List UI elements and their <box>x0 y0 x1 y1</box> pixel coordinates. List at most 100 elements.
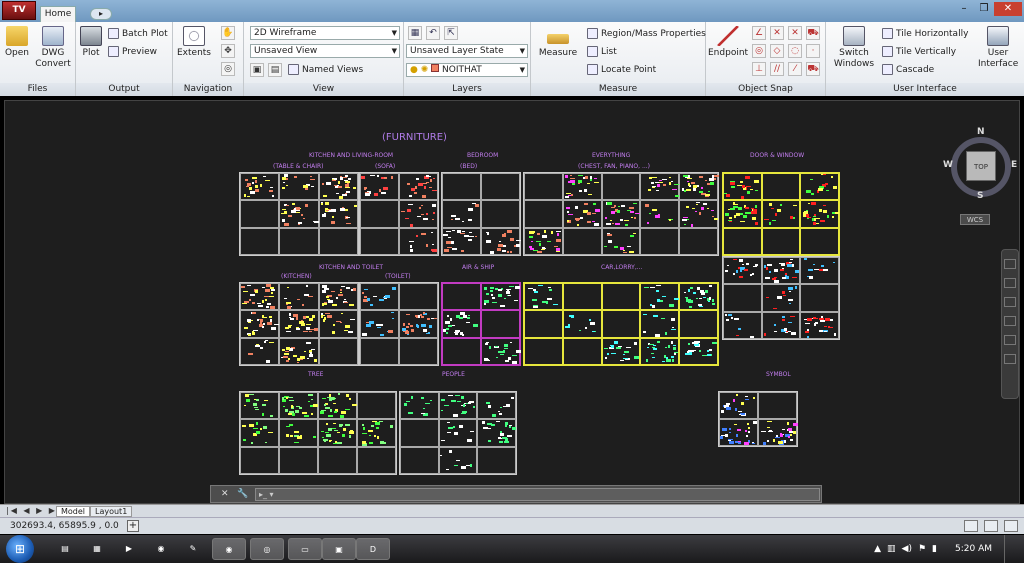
user-interface-button[interactable]: User Interface <box>978 26 1018 70</box>
battery-icon[interactable]: ▮ <box>932 544 937 554</box>
pan-icon[interactable] <box>1004 278 1016 288</box>
toolbar-lock-icon[interactable] <box>984 520 998 532</box>
taskbar-document-icon[interactable]: ▦ <box>80 538 114 560</box>
snap-apparent-icon[interactable]: ✕ <box>788 26 802 40</box>
compass-south[interactable]: S <box>977 191 983 201</box>
layer-previous-icon[interactable]: ↶ <box>426 26 440 40</box>
close-icon[interactable]: ✕ <box>221 489 229 499</box>
saved-view-dropdown[interactable]: Unsaved View ▼ <box>250 44 400 58</box>
wrench-icon[interactable]: 🔧 <box>237 489 248 499</box>
visual-style-dropdown[interactable]: 2D Wireframe ▼ <box>250 26 400 40</box>
snap-perpendicular-icon[interactable]: ⊥ <box>752 62 766 76</box>
current-layer-dropdown[interactable]: ● ✺ NOITHAT ▼ <box>406 63 528 77</box>
layout-tab-navigation[interactable]: |◀ ◀ ▶ ▶| <box>6 506 62 515</box>
taskbar-media-player-icon[interactable]: ▶ <box>112 538 146 560</box>
taskbar-window-icon[interactable]: ▭ <box>288 538 322 560</box>
snap-midpoint-icon[interactable]: ∠ <box>752 26 766 40</box>
sheet-cell <box>399 283 438 311</box>
tab-layout1[interactable]: Layout1 <box>90 506 133 517</box>
showmotion-icon[interactable] <box>1004 335 1016 345</box>
block-glyph <box>751 273 754 276</box>
list-button[interactable]: List <box>587 46 617 57</box>
block-glyph <box>290 434 294 437</box>
compass-west[interactable]: W <box>943 160 953 170</box>
minimize-button[interactable]: – <box>954 2 974 16</box>
snap-node-icon[interactable]: · <box>806 44 820 58</box>
tile-horizontally-button[interactable]: Tile Horizontally <box>882 28 968 39</box>
block-glyph <box>302 184 308 188</box>
flag-icon[interactable]: ⚑ <box>918 544 926 554</box>
pan-icon[interactable]: ✋ <box>221 26 235 40</box>
block-glyph <box>443 404 449 406</box>
dwg-convert-button[interactable]: DWG Convert <box>34 26 72 70</box>
show-hidden-icons[interactable]: ▲ <box>874 544 881 554</box>
volume-icon[interactable]: ◀) <box>902 544 912 554</box>
locate-point-button[interactable]: Locate Point <box>587 64 656 75</box>
tab-home[interactable]: Home <box>40 6 76 22</box>
taskbar-chrome-active-icon[interactable]: ◉ <box>212 538 246 560</box>
network-icon[interactable]: ▥ <box>887 544 896 554</box>
preview-button[interactable]: Preview <box>108 46 157 57</box>
viewport-config-icon[interactable]: ▤ <box>268 63 282 77</box>
taskbar-explorer-icon[interactable]: ▤ <box>48 538 82 560</box>
open-button[interactable]: Open <box>4 26 30 59</box>
clean-screen-icon[interactable] <box>1004 520 1018 532</box>
navbar-menu-icon[interactable] <box>1004 354 1016 364</box>
extents-button[interactable]: Extents <box>177 26 211 59</box>
command-input[interactable]: ▸_ ▾ <box>255 488 820 501</box>
snap-intersection-icon[interactable]: ✕ <box>770 26 784 40</box>
start-button[interactable]: ⊞ <box>6 535 34 563</box>
orbit-icon[interactable] <box>1004 316 1016 326</box>
layer-state-dropdown[interactable]: Unsaved Layer State ▼ <box>406 44 528 58</box>
endpoint-button[interactable]: Endpoint <box>708 26 748 59</box>
switch-windows-button[interactable]: Switch Windows <box>832 26 876 70</box>
tile-vertically-button[interactable]: Tile Vertically <box>882 46 956 57</box>
snap-parallel-icon[interactable]: ∕∕ <box>770 62 784 76</box>
orbit-icon[interactable]: ✥ <box>221 44 235 58</box>
wcs-menu[interactable]: WCS <box>960 214 990 225</box>
measure-button[interactable]: Measure <box>537 26 579 59</box>
block-glyph <box>286 305 291 309</box>
clock[interactable]: 5:20 AM <box>955 544 992 554</box>
workspace-switch-icon[interactable] <box>964 520 978 532</box>
region-mass-button[interactable]: Region/Mass Properties <box>587 28 706 39</box>
navigation-bar[interactable] <box>1001 249 1019 399</box>
block-glyph <box>806 317 812 321</box>
snap-extension-icon[interactable]: ⁄ <box>788 62 802 76</box>
named-views-button[interactable]: Named Views <box>288 64 363 75</box>
taskbar-folder-icon[interactable]: ▣ <box>322 538 356 560</box>
drawing-canvas[interactable]: (FURNITURE) KITCHEN AND LIVING-ROOM (TAB… <box>4 100 1020 504</box>
batch-plot-button[interactable]: Batch Plot <box>108 28 168 39</box>
snap-mode-button[interactable]: + <box>127 520 139 532</box>
compass-north[interactable]: N <box>977 127 985 137</box>
viewcube-top-face[interactable]: TOP <box>966 151 996 181</box>
show-desktop-button[interactable] <box>1004 535 1014 563</box>
viewport-icon[interactable]: ▣ <box>250 63 264 77</box>
snap-mode-icon[interactable]: ⛟ <box>806 26 820 40</box>
steering-wheel-icon[interactable]: ◎ <box>221 62 235 76</box>
taskbar-chrome-icon[interactable]: ◉ <box>144 538 178 560</box>
taskbar-acrobat-icon[interactable]: ✎ <box>176 538 210 560</box>
ribbon-tab-more[interactable]: ▸ <box>90 8 112 20</box>
block-glyph <box>753 180 759 184</box>
close-button[interactable]: ✕ <box>994 2 1022 16</box>
full-navigation-wheel-icon[interactable] <box>1004 259 1016 269</box>
snap-tangent-icon[interactable]: ◌ <box>788 44 802 58</box>
snap-quadrant-icon[interactable]: ◇ <box>770 44 784 58</box>
layer-properties-icon[interactable]: ▦ <box>408 26 422 40</box>
viewcube[interactable]: TOP N S E W <box>943 127 1017 201</box>
taskbar-autocad-icon[interactable]: D <box>356 538 390 560</box>
zoom-extents-icon[interactable] <box>1004 297 1016 307</box>
tab-model[interactable]: Model <box>56 506 91 517</box>
snap-insertion-icon[interactable]: ⛟ <box>806 62 820 76</box>
taskbar-opera-icon[interactable]: ◎ <box>250 538 284 560</box>
restore-button[interactable]: ❒ <box>974 2 994 16</box>
cascade-button[interactable]: Cascade <box>882 64 934 75</box>
application-menu-button[interactable]: TV <box>2 1 36 20</box>
snap-center-icon[interactable]: ◎ <box>752 44 766 58</box>
plot-button[interactable]: Plot <box>78 26 104 59</box>
block-glyph <box>532 305 538 309</box>
block-glyph <box>644 204 649 208</box>
layer-isolate-icon[interactable]: ⇱ <box>444 26 458 40</box>
compass-east[interactable]: E <box>1011 160 1017 170</box>
